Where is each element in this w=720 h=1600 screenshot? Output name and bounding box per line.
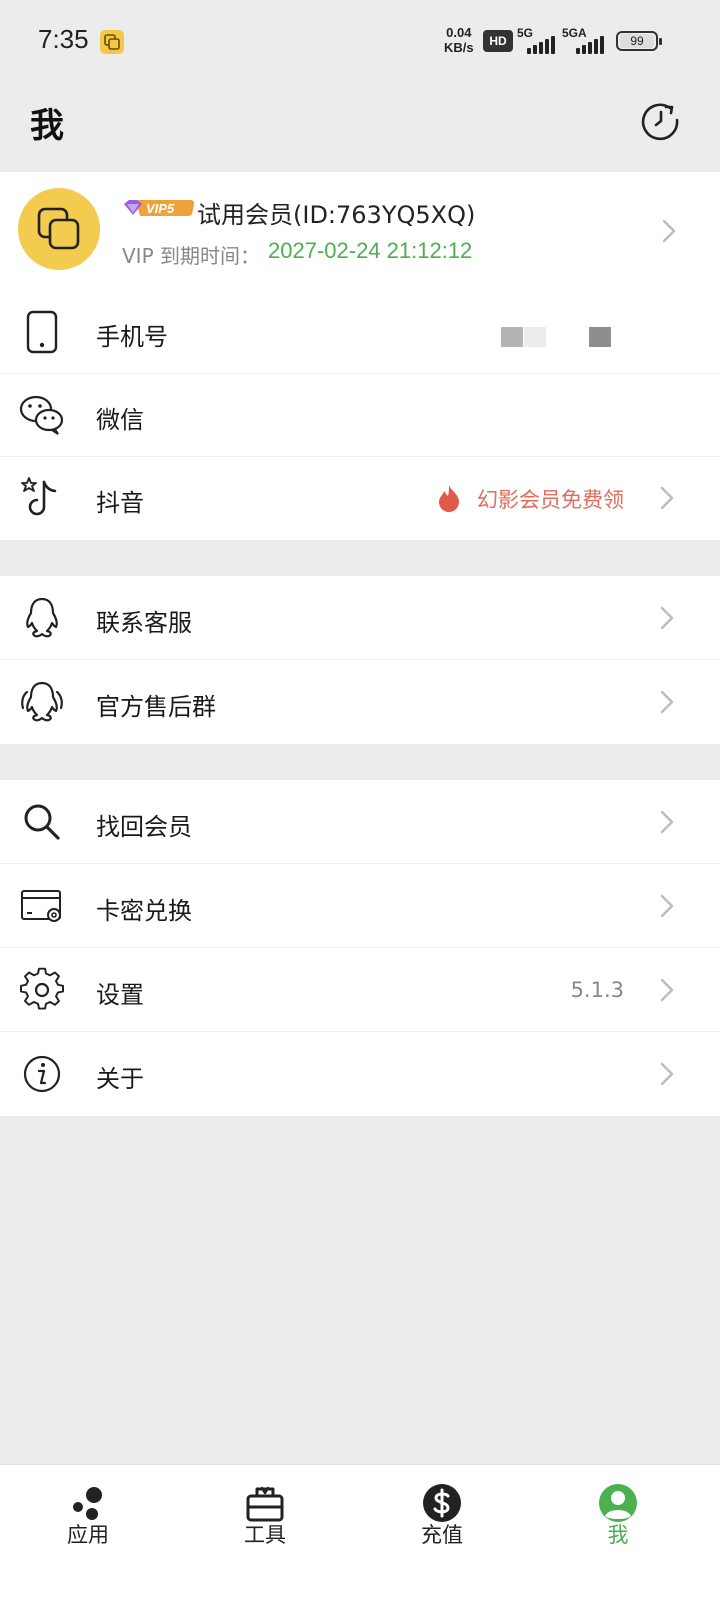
expire-label: VIP 到期时间：	[122, 244, 260, 268]
network-speed-value: 0.04	[446, 25, 472, 40]
nav-tab-label: 我	[607, 1523, 629, 1547]
chevron-right-icon	[660, 978, 674, 1002]
blurred-region	[501, 327, 523, 347]
vip-badge-icon: VIP5	[124, 200, 195, 216]
search-icon	[24, 804, 60, 840]
nav-tab-label: 应用	[67, 1523, 109, 1547]
qq-group-icon	[21, 681, 63, 722]
list-item-label: 找回会员	[96, 813, 192, 841]
nav-tab-label: 工具	[244, 1523, 286, 1547]
battery-level: 99	[620, 34, 654, 48]
vip-badge-text: VIP5	[146, 201, 175, 216]
app-version: 5.1.3	[570, 978, 624, 1002]
chevron-right-icon	[662, 219, 676, 243]
nav-tab-recharge[interactable]: 充值	[382, 1465, 502, 1565]
list-item-douyin[interactable]: 抖音 幻影会员免费领	[0, 456, 720, 540]
list-item-card-redeem[interactable]: 卡密兑换	[0, 864, 720, 948]
list-item-about[interactable]: 关于	[0, 1032, 720, 1116]
list-item-label: 抖音	[96, 489, 144, 517]
expire-value: 2027-02-24 21:12:12	[268, 238, 473, 263]
card-icon	[21, 890, 61, 922]
dollar-icon	[423, 1484, 461, 1522]
copy-icon	[37, 207, 80, 250]
page-title: 我	[30, 106, 64, 146]
list-item-label: 官方售后群	[96, 693, 216, 721]
douyin-icon	[21, 477, 57, 516]
nav-tab-tools[interactable]: 工具	[205, 1465, 325, 1565]
qq-icon	[26, 597, 58, 638]
list-item-wechat[interactable]: 微信	[0, 373, 720, 457]
list-item-recover-membership[interactable]: 找回会员	[0, 780, 720, 864]
list-item-label: 关于	[96, 1065, 144, 1093]
network-speed: 0.04 KB/s	[444, 25, 474, 55]
list-item-label: 设置	[96, 981, 144, 1009]
nav-tab-label: 充值	[421, 1523, 463, 1547]
refresh-icon	[641, 103, 679, 141]
apps-icon	[73, 1487, 102, 1520]
nav-tab-me[interactable]: 我	[558, 1465, 678, 1565]
list-item-label: 卡密兑换	[96, 897, 192, 925]
support-group: 联系客服 官方售后群	[0, 576, 720, 744]
chevron-right-icon	[660, 894, 674, 918]
list-item-label: 联系客服	[96, 609, 192, 637]
list-item-phone[interactable]: 手机号	[0, 290, 720, 374]
member-name: 试用会员(ID:763YQ5XQ)	[197, 201, 476, 229]
toolbox-icon	[246, 1486, 284, 1522]
douyin-promo-text: 幻影会员免费领	[477, 488, 624, 512]
account-group: 手机号 微信 抖音 幻影会员免费领	[0, 290, 720, 540]
blurred-region	[589, 327, 611, 347]
list-item-contact-support[interactable]: 联系客服	[0, 576, 720, 660]
status-bar: 7:35 0.04 KB/s HD 5G 5GA 99	[0, 0, 720, 84]
profile-card[interactable]: VIP5 试用会员(ID:763YQ5XQ) VIP 到期时间： 2027-02…	[0, 172, 720, 290]
status-time: 7:35	[38, 24, 89, 54]
phone-icon	[26, 310, 58, 354]
network-speed-unit: KB/s	[444, 40, 474, 55]
blurred-region	[524, 327, 546, 347]
misc-group: 找回会员 卡密兑换 设置 5.1.3 关于	[0, 780, 720, 1116]
list-item-label: 手机号	[96, 323, 168, 351]
chevron-right-icon	[660, 486, 674, 510]
gear-icon	[20, 967, 64, 1010]
avatar[interactable]	[18, 188, 100, 270]
wechat-icon	[19, 395, 64, 435]
list-item-aftersales-group[interactable]: 官方售后群	[0, 660, 720, 744]
chevron-right-icon	[660, 1062, 674, 1086]
chevron-right-icon	[660, 606, 674, 630]
fire-icon	[439, 485, 459, 512]
info-icon	[23, 1055, 61, 1093]
chevron-right-icon	[660, 690, 674, 714]
refresh-button[interactable]	[638, 98, 682, 142]
profile-icon	[599, 1484, 637, 1522]
bottom-nav: 应用 工具 充值 我	[0, 1464, 720, 1600]
hd-icon: HD	[483, 30, 513, 52]
nav-tab-apps[interactable]: 应用	[28, 1465, 148, 1565]
list-item-settings[interactable]: 设置 5.1.3	[0, 948, 720, 1032]
app-notification-icon	[100, 30, 124, 54]
chevron-right-icon	[660, 810, 674, 834]
list-item-label: 微信	[96, 406, 144, 434]
battery-icon: 99	[616, 31, 662, 51]
